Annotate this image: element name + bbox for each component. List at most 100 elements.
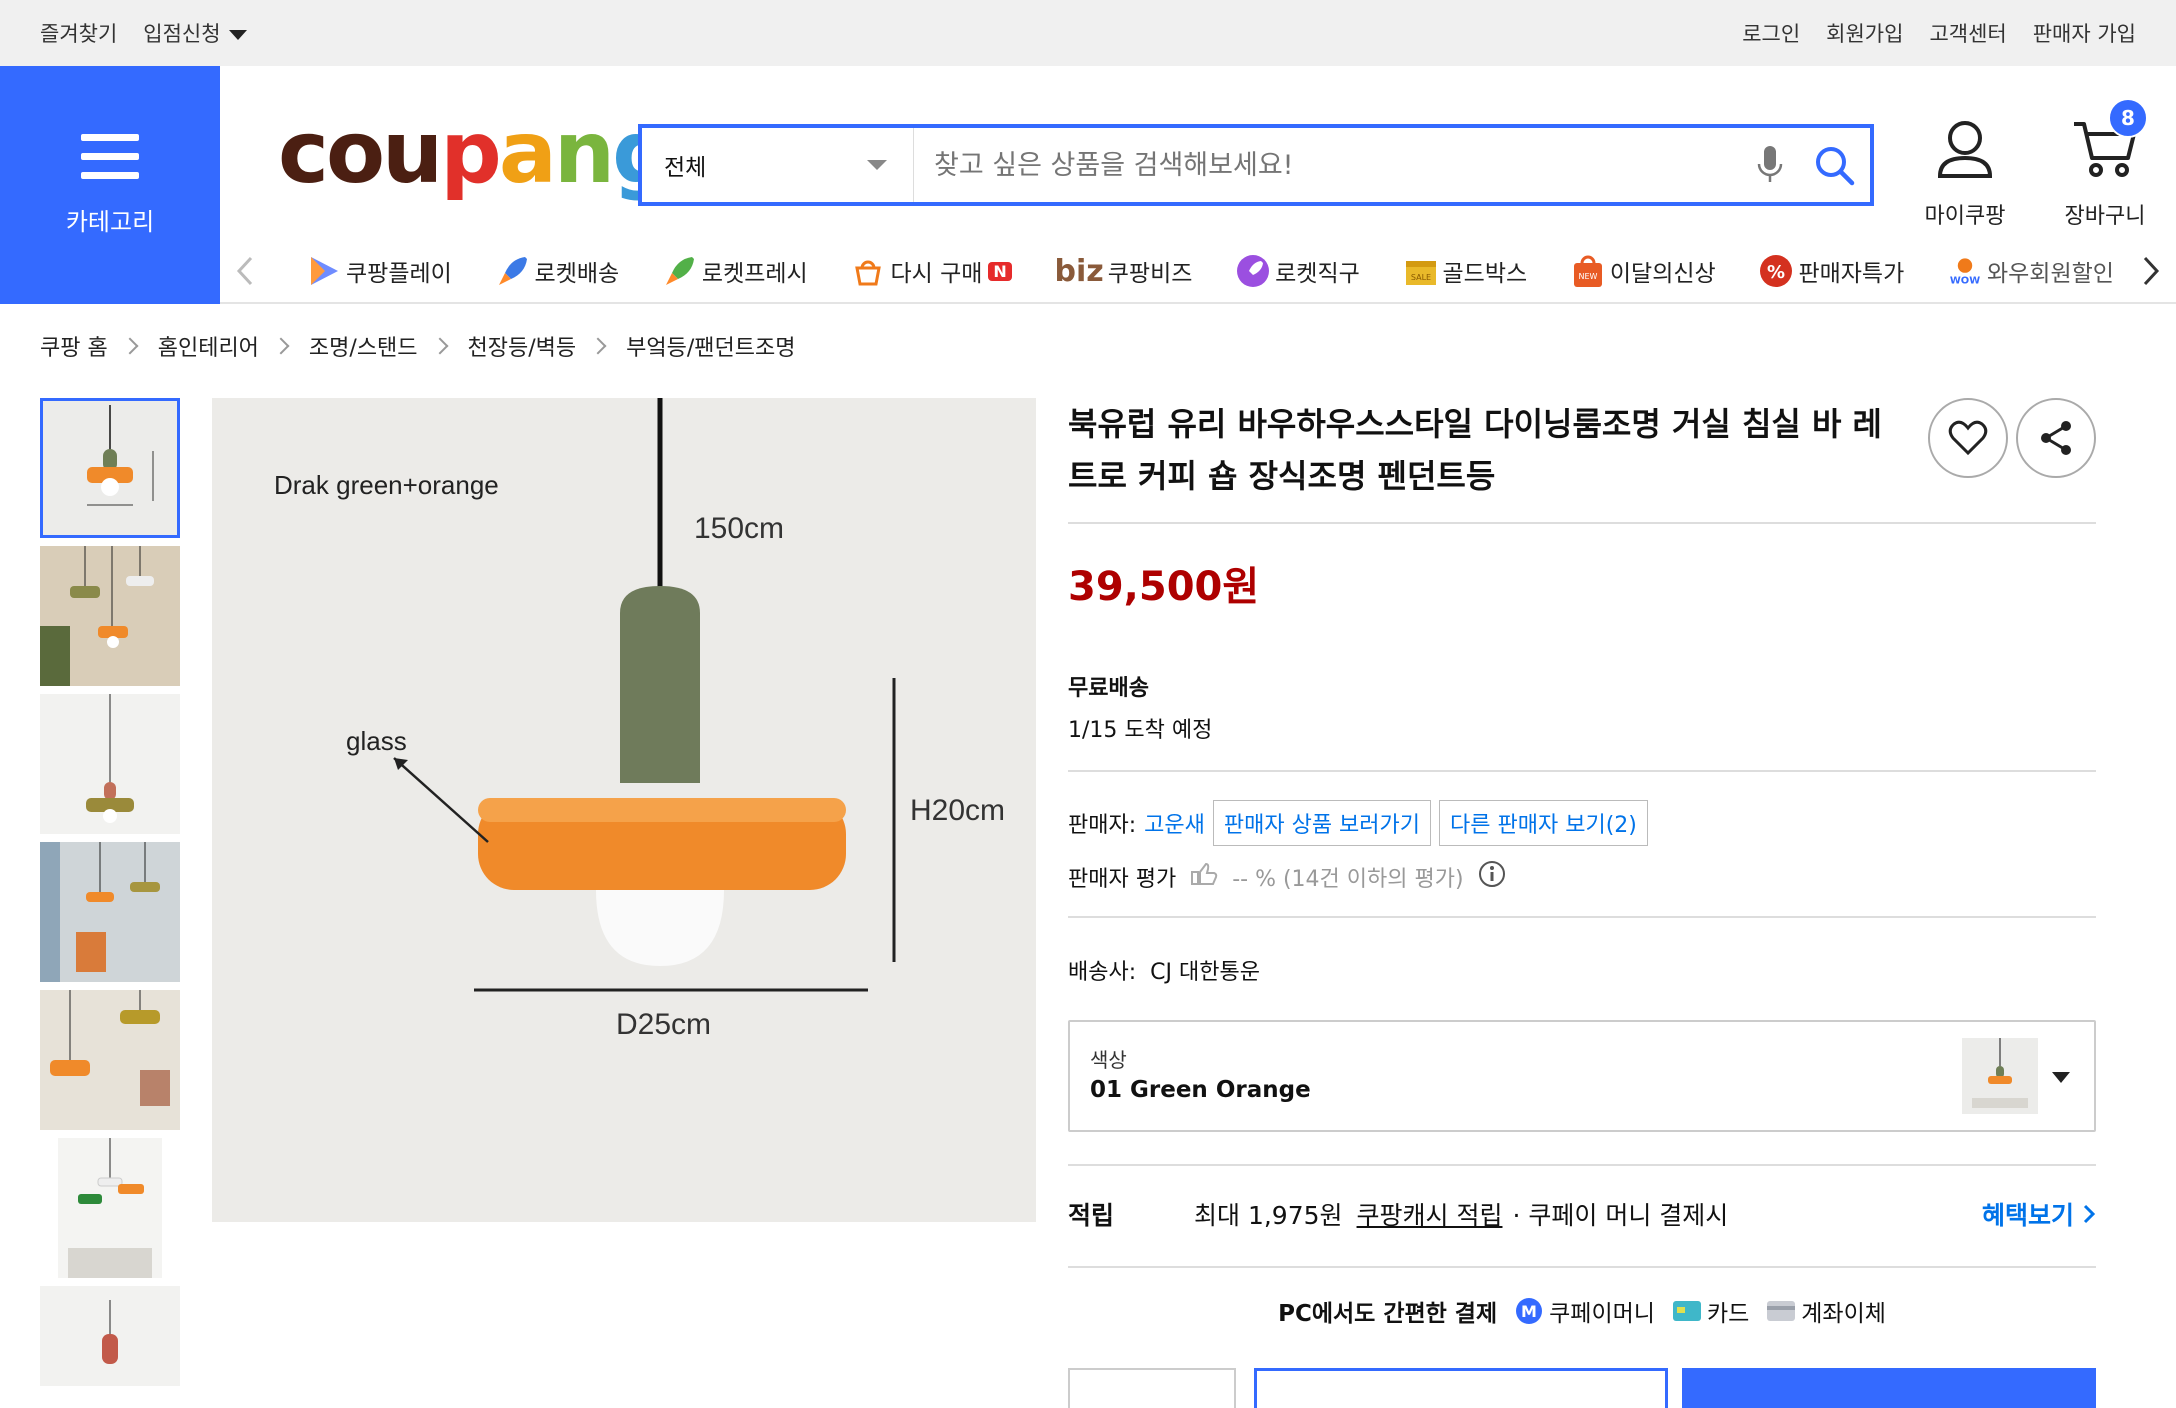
breadcrumb: 쿠팡 홈 홈인테리어 조명/스탠드 천장등/벽등 부엌등/팬던트조명 xyxy=(40,330,796,362)
divider xyxy=(1068,522,2096,524)
breadcrumb-item[interactable]: 홈인테리어 xyxy=(158,330,259,362)
seller-rating-label: 판매자 평가 xyxy=(1068,867,1177,892)
thumbnail-2[interactable] xyxy=(40,546,180,686)
search-input[interactable] xyxy=(914,149,1742,181)
option-label: 색상 xyxy=(1090,1048,1127,1072)
product-title: 북유럽 유리 바우하우스스타일 다이닝룸조명 거실 침실 바 레트로 커피 숍 … xyxy=(1068,405,1882,495)
wishlist-button[interactable] xyxy=(1928,398,2008,478)
bank-transfer-icon xyxy=(1767,1301,1796,1321)
strip-item-rocket-fresh[interactable]: 로켓프레시 xyxy=(662,253,808,289)
strip-item-wow-discount[interactable]: WOW 와우회원할인 xyxy=(1947,253,2114,289)
thumbnail-1[interactable] xyxy=(40,398,180,538)
cart-count-badge: 8 xyxy=(2108,98,2148,138)
color-option-select[interactable]: 색상 01 Green Orange xyxy=(1068,1020,2096,1132)
strip-item-seller-deals[interactable]: % 판매자특가 xyxy=(1758,253,1904,289)
breadcrumb-item[interactable]: 천장등/벽등 xyxy=(468,330,577,362)
share-button[interactable] xyxy=(2016,398,2096,478)
quantity-stepper[interactable] xyxy=(1068,1368,1236,1408)
benefits-link[interactable]: 혜택보기 xyxy=(1982,1196,2096,1232)
search-scope-select[interactable]: 전체 xyxy=(642,128,914,202)
strip-item-goldbox[interactable]: SALE 골드박스 xyxy=(1403,253,1528,289)
logo-part: cou xyxy=(278,103,443,203)
product-price: 39,500원 xyxy=(1068,564,1260,610)
thumbnail-6[interactable] xyxy=(58,1138,162,1278)
search-icon[interactable] xyxy=(1806,137,1862,193)
thumbnail-list xyxy=(40,398,180,1394)
chevron-left-icon xyxy=(236,256,253,286)
breadcrumb-item[interactable]: 쿠팡 홈 xyxy=(40,330,108,362)
chevron-down-icon xyxy=(867,160,887,170)
breadcrumb-item[interactable]: 부엌등/팬던트조명 xyxy=(626,330,795,362)
favorites-link[interactable]: 즐겨찾기 xyxy=(40,18,117,48)
strip-item-coupangbiz[interactable]: biz 쿠팡비즈 xyxy=(1055,254,1193,289)
thumbnail-4[interactable] xyxy=(40,842,180,982)
carrier-row: 배송사: CJ 대한통운 xyxy=(1068,954,2096,986)
cart-button[interactable]: 8 장바구니 xyxy=(2050,98,2160,230)
biz-icon: biz xyxy=(1054,253,1104,289)
cart-label: 장바구니 xyxy=(2064,204,2146,229)
image-label-color: Drak green+orange xyxy=(274,470,499,500)
thumbnail-3[interactable] xyxy=(40,694,180,834)
svg-text:%: % xyxy=(1767,262,1785,283)
chevron-right-icon xyxy=(2083,1204,2096,1224)
signup-link[interactable]: 회원가입 xyxy=(1826,18,1903,48)
pay-method-label: 쿠페이머니 xyxy=(1549,1301,1655,1327)
svg-text:WOW: WOW xyxy=(1950,276,1980,287)
payment-title: PC에서도 간편한 결제 xyxy=(1278,1301,1498,1327)
strip-item-label: 이달의신상 xyxy=(1609,261,1716,287)
coupang-logo[interactable]: coupang xyxy=(278,110,674,196)
seller-name-link[interactable]: 고운새 xyxy=(1144,807,1205,839)
customer-center-link[interactable]: 고객센터 xyxy=(1929,18,2006,48)
strip-item-label: 골드박스 xyxy=(1442,261,1528,287)
seller-apply-menu[interactable]: 입점신청 xyxy=(143,18,247,48)
login-link[interactable]: 로그인 xyxy=(1742,18,1800,48)
other-sellers-button[interactable]: 다른 판매자 보기(2) xyxy=(1439,800,1648,846)
new-bag-icon: NEW xyxy=(1570,253,1606,289)
info-icon[interactable] xyxy=(1478,860,1506,894)
seller-rating-row: 판매자 평가 -- % (14건 이하의 평가) xyxy=(1068,860,2096,894)
category-menu-button[interactable]: 카테고리 xyxy=(0,66,220,304)
thumbnail-5[interactable] xyxy=(40,990,180,1130)
strip-item-new-arrivals[interactable]: NEW 이달의신상 xyxy=(1570,253,1716,289)
category-label: 카테고리 xyxy=(65,207,155,236)
divider xyxy=(1068,1164,2096,1166)
svg-text:M: M xyxy=(1521,1302,1537,1321)
breadcrumb-item[interactable]: 조명/스탠드 xyxy=(309,330,418,362)
strip-item-label: 로켓직구 xyxy=(1275,261,1360,287)
header-divider xyxy=(220,302,2176,304)
svg-text:SALE: SALE xyxy=(1410,273,1430,282)
strip-item-rocket-direct[interactable]: 로켓직구 xyxy=(1235,253,1360,289)
pay-method-label: 카드 xyxy=(1706,1301,1750,1327)
buy-now-button[interactable] xyxy=(1682,1368,2096,1408)
seller-products-button[interactable]: 판매자 상품 보러가기 xyxy=(1212,800,1432,846)
reward-label: 적립 xyxy=(1068,1201,1115,1230)
pay-method-card: 카드 xyxy=(1672,1294,1750,1328)
thumbnail-7[interactable] xyxy=(40,1286,180,1386)
strip-next-button[interactable] xyxy=(2126,255,2176,287)
seller-rating-value: -- % (14건 이하의 평가) xyxy=(1232,867,1464,892)
seller-label: 판매자: xyxy=(1068,813,1137,838)
share-icon xyxy=(2041,421,2071,455)
my-coupang-label: 마이쿠팡 xyxy=(1924,204,2006,229)
goldbox-icon: SALE xyxy=(1403,253,1439,289)
main-product-image[interactable]: Drak green+orange 150cm glass H20cm D25c… xyxy=(212,398,1036,1222)
option-thumbnail xyxy=(1962,1038,2038,1114)
coupang-cash-link[interactable]: 쿠팡캐시 적립 xyxy=(1357,1196,1503,1232)
payment-row: PC에서도 간편한 결제 M 쿠페이머니 카드 계좌이체 xyxy=(1068,1294,2096,1328)
divider xyxy=(1068,1266,2096,1268)
strip-item-rocket-delivery[interactable]: 로켓배송 xyxy=(495,253,619,289)
add-to-cart-button[interactable] xyxy=(1254,1368,1668,1408)
strip-item-label: 판매자특가 xyxy=(1798,261,1905,287)
strip-item-rebuy[interactable]: 다시 구매 N xyxy=(850,253,1012,289)
logo-part: p xyxy=(440,103,502,203)
arrival-date: 1/15 도착 예정 xyxy=(1068,718,1213,743)
strip-item-label: 쿠팡비즈 xyxy=(1107,261,1193,287)
strip-prev-button[interactable] xyxy=(220,255,270,287)
strip-item-coupangplay[interactable]: 쿠팡플레이 xyxy=(306,253,452,289)
microphone-icon[interactable] xyxy=(1742,137,1798,193)
seller-signup-link[interactable]: 판매자 가입 xyxy=(2033,18,2136,48)
chevron-right-icon xyxy=(431,337,449,355)
user-icon xyxy=(1937,121,1993,178)
image-label-glass: glass xyxy=(346,726,407,756)
my-coupang-button[interactable]: 마이쿠팡 xyxy=(1920,118,2010,230)
